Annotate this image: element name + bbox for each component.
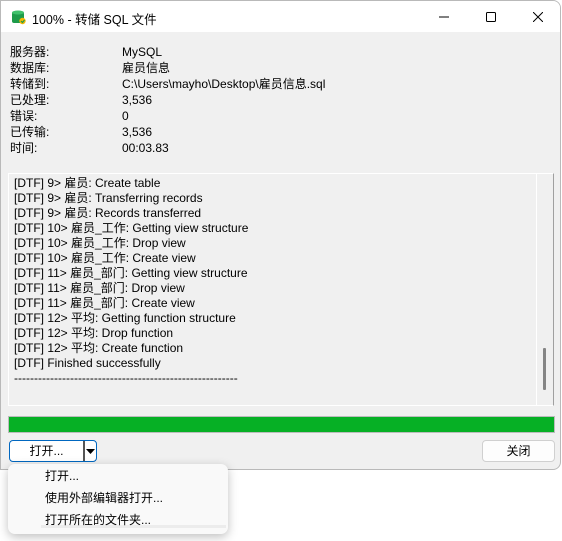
progress-fill	[9, 417, 554, 432]
info-label: 已传输:	[10, 125, 50, 139]
log-line: [DTF] 9> 雇员: Transferring records	[14, 191, 203, 205]
open-split-button[interactable]: 打开...	[9, 440, 97, 462]
info-value: 00:03.83	[122, 141, 169, 155]
log-line: [DTF] 9> 雇员: Create table	[14, 176, 161, 190]
minimize-button[interactable]	[421, 1, 467, 32]
log-line: [DTF] 11> 雇员_部门: Drop view	[14, 281, 185, 295]
minimize-icon	[439, 16, 449, 17]
menu-item-open-containing-folder[interactable]: 打开所在的文件夹...	[45, 509, 151, 531]
dropdown-arrow-icon	[86, 448, 95, 454]
info-label: 服务器:	[10, 45, 50, 59]
close-button[interactable]: 关闭	[482, 440, 555, 462]
title-bar: 100% - 转储 SQL 文件	[1, 1, 560, 32]
menu-item-open-external-editor[interactable]: 使用外部编辑器打开...	[45, 487, 163, 509]
log-lines: [DTF] 9> 雇员: Create table [DTF] 9> 雇员: T…	[14, 176, 248, 386]
log-line: [DTF] 12> 平均: Drop function	[14, 326, 174, 340]
info-row-processed: 已处理: 3,536	[10, 92, 325, 108]
info-row-time: 时间: 00:03.83	[10, 140, 325, 156]
info-value: 雇员信息	[122, 61, 171, 75]
info-value: 0	[122, 109, 129, 123]
close-icon	[533, 11, 543, 22]
open-button[interactable]: 打开...	[10, 441, 85, 461]
close-window-button[interactable]	[515, 1, 560, 32]
info-label: 转储到:	[10, 77, 50, 91]
log-line: [DTF] Finished successfully	[14, 356, 161, 370]
log-separator: ----------------------------------------…	[14, 371, 238, 385]
maximize-button[interactable]	[468, 1, 514, 32]
info-row-transferred: 已传输: 3,536	[10, 124, 325, 140]
info-row-server: 服务器: MySQL	[10, 44, 325, 60]
scrollbar-thumb[interactable]	[543, 348, 546, 390]
info-value: 3,536	[122, 93, 153, 107]
open-dropdown-menu: 打开... 使用外部编辑器打开... 打开所在的文件夹...	[8, 464, 228, 534]
dump-info: 服务器: MySQL 数据库: 雇员信息 转储到: C:\Users\mayho…	[10, 44, 325, 156]
info-value: 3,536	[122, 125, 153, 139]
log-line: [DTF] 11> 雇员_部门: Getting view structure	[14, 266, 248, 280]
log-line: [DTF] 10> 雇员_工作: Drop view	[14, 236, 186, 250]
log-line: [DTF] 10> 雇员_工作: Create view	[14, 251, 196, 265]
database-export-icon	[12, 10, 26, 25]
info-label: 数据库:	[10, 61, 50, 75]
info-row-database: 数据库: 雇员信息	[10, 60, 325, 76]
maximize-icon	[486, 11, 496, 22]
window-title: 100% - 转储 SQL 文件	[32, 13, 157, 27]
log-line: [DTF] 12> 平均: Getting function structure	[14, 311, 236, 325]
progress-bar	[8, 416, 555, 433]
info-label: 错误:	[10, 109, 38, 123]
info-row-dump-to: 转储到: C:\Users\mayho\Desktop\雇员信息.sql	[10, 76, 325, 92]
info-value: MySQL	[122, 45, 163, 59]
log-line: [DTF] 12> 平均: Create function	[14, 341, 184, 355]
log-line: [DTF] 10> 雇员_工作: Getting view structure	[14, 221, 249, 235]
info-row-errors: 错误: 0	[10, 108, 325, 124]
open-dropdown-button[interactable]	[85, 441, 96, 461]
log-scrollbar[interactable]	[536, 174, 553, 405]
info-label: 时间:	[10, 141, 38, 155]
info-value: C:\Users\mayho\Desktop\雇员信息.sql	[122, 77, 326, 91]
log-line: [DTF] 9> 雇员: Records transferred	[14, 206, 202, 220]
dump-sql-window: 100% - 转储 SQL 文件 服务器: MySQL 数据库: 雇员信息 转储…	[0, 0, 561, 470]
menu-item-open[interactable]: 打开...	[45, 465, 79, 487]
log-line: [DTF] 11> 雇员_部门: Create view	[14, 296, 195, 310]
info-label: 已处理:	[10, 93, 50, 107]
log-area[interactable]: [DTF] 9> 雇员: Create table [DTF] 9> 雇员: T…	[8, 173, 554, 406]
